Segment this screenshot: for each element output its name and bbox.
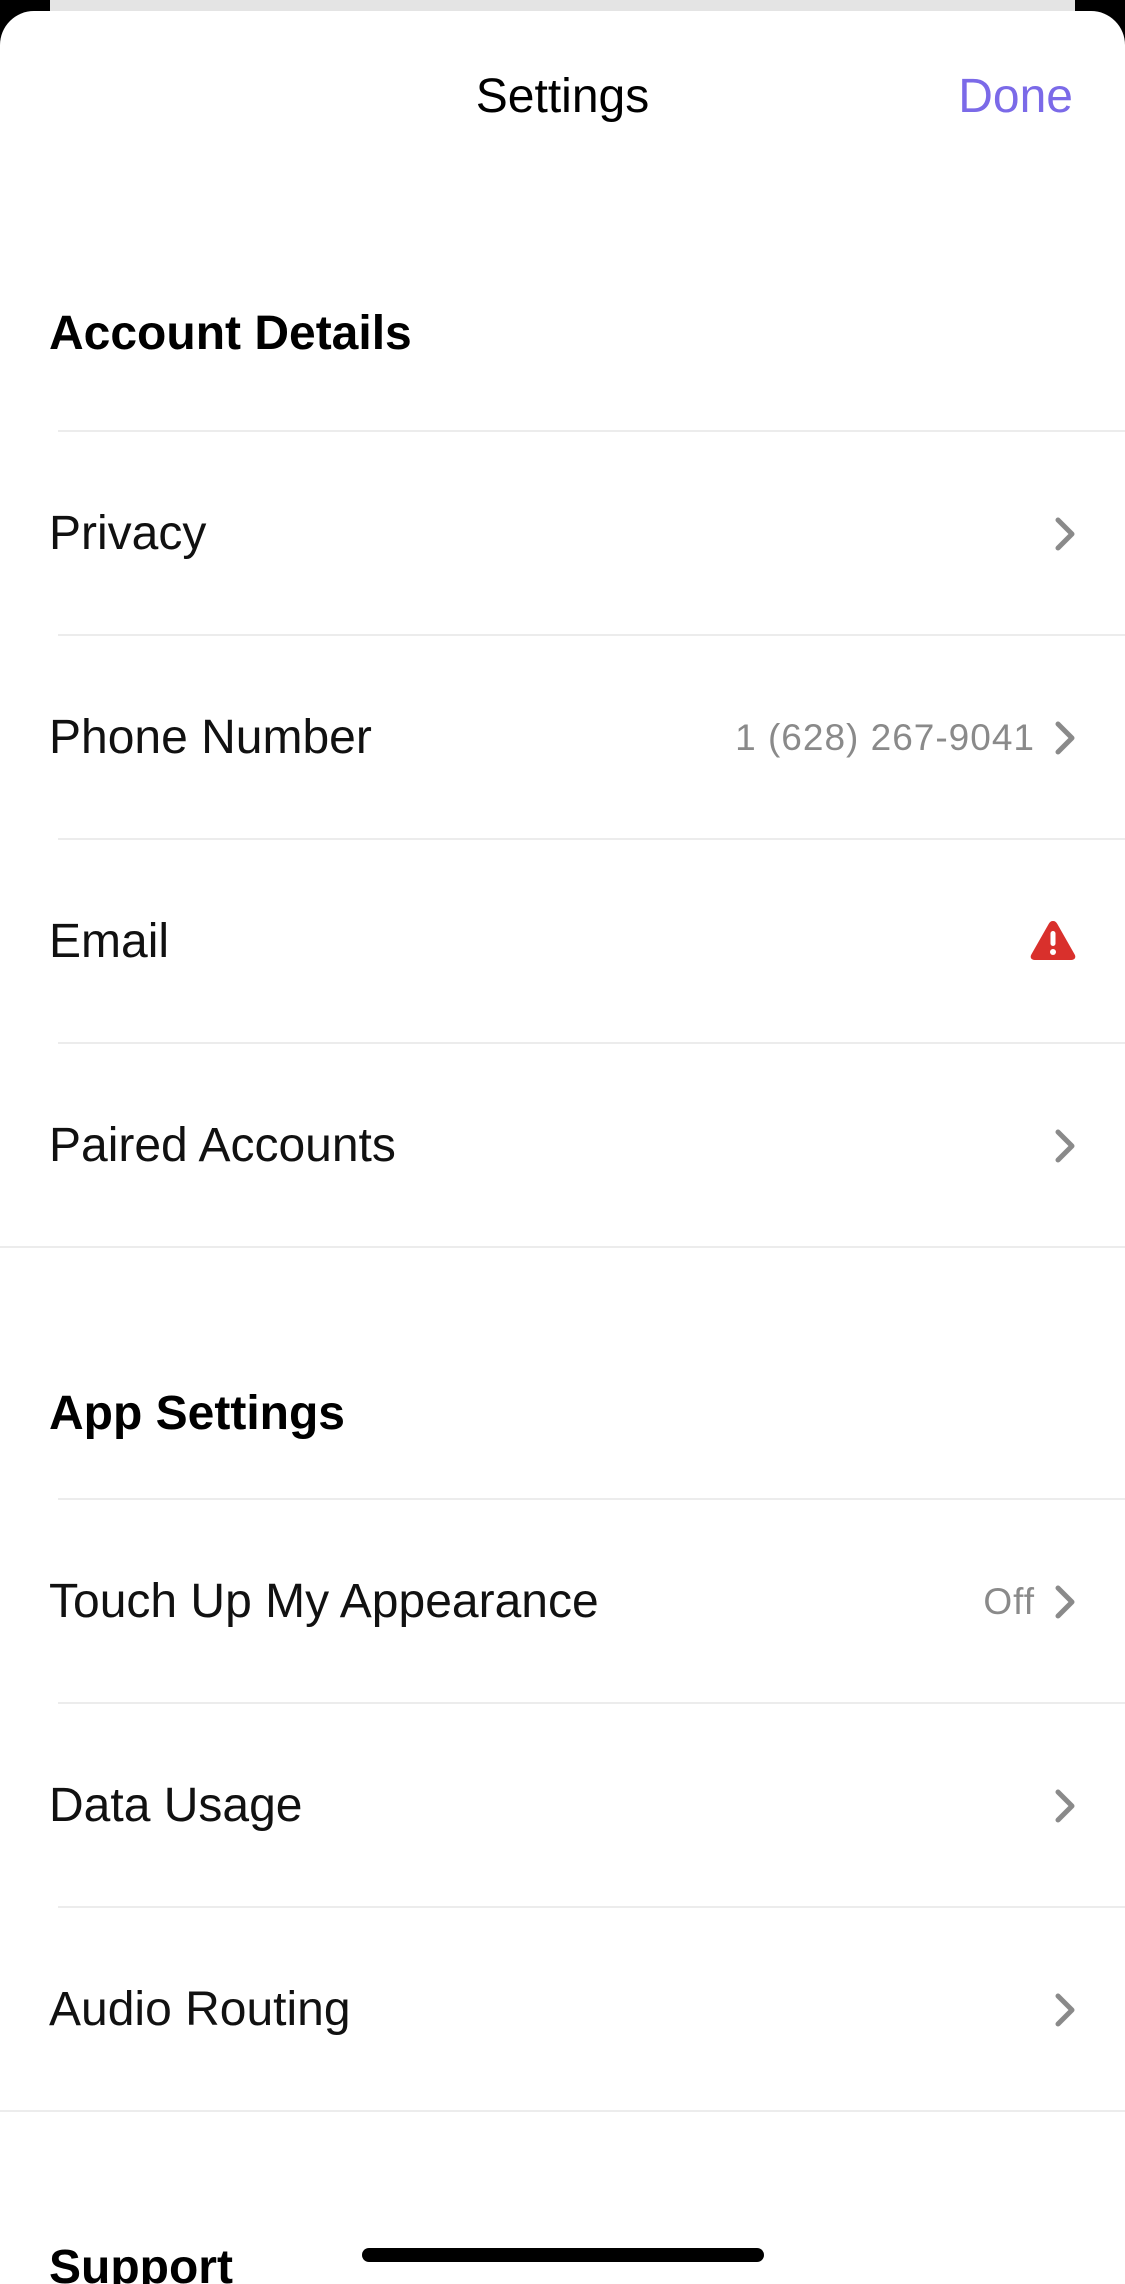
- row-paired-accounts[interactable]: Paired Accounts: [0, 1044, 1125, 1248]
- settings-sheet: Settings Done Account Details Privacy Ph…: [0, 11, 1125, 2284]
- row-label: Audio Routing: [49, 1983, 351, 2036]
- phone-number-value: 1 (628) 267-9041: [735, 717, 1035, 758]
- chevron-right-icon: [1055, 517, 1075, 551]
- chevron-right-icon: [1055, 721, 1075, 755]
- row-label: Privacy: [49, 507, 207, 560]
- row-email[interactable]: Email: [0, 840, 1125, 1044]
- section-divider: [0, 1246, 1125, 1248]
- row-label: Paired Accounts: [49, 1119, 396, 1172]
- done-button[interactable]: Done: [958, 65, 1073, 129]
- row-phone-number[interactable]: Phone Number 1 (628) 267-9041: [0, 636, 1125, 840]
- page-title: Settings: [475, 70, 650, 123]
- chevron-right-icon: [1055, 1993, 1075, 2027]
- section-divider: [0, 2110, 1125, 2112]
- touch-up-value: Off: [983, 1581, 1035, 1622]
- warning-triangle-icon: [1030, 921, 1076, 960]
- row-label: Phone Number: [49, 711, 372, 764]
- chevron-right-icon: [1055, 1789, 1075, 1823]
- chevron-right-icon: [1055, 1129, 1075, 1163]
- row-touch-up-appearance[interactable]: Touch Up My Appearance Off: [0, 1500, 1125, 1704]
- row-label: Touch Up My Appearance: [49, 1575, 599, 1628]
- chevron-right-icon: [1055, 1585, 1075, 1619]
- row-data-usage[interactable]: Data Usage: [0, 1704, 1125, 1908]
- row-label: Email: [49, 915, 170, 968]
- row-privacy[interactable]: Privacy: [0, 432, 1125, 636]
- row-label: Data Usage: [49, 1779, 303, 1832]
- section-header-support: Support: [49, 2241, 233, 2284]
- navigation-bar: Settings Done: [0, 11, 1125, 181]
- row-audio-routing[interactable]: Audio Routing: [0, 1908, 1125, 2112]
- home-indicator[interactable]: [362, 2248, 764, 2262]
- section-header-app-settings: App Settings: [49, 1387, 345, 1440]
- section-header-account-details: Account Details: [49, 307, 412, 360]
